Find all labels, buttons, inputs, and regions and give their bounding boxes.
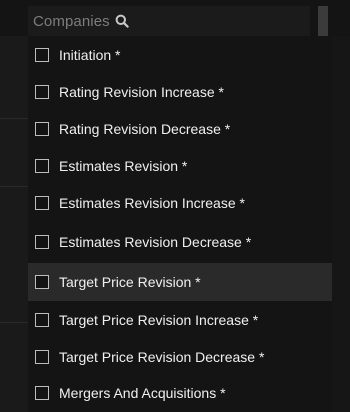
list-item-estimates-revision-decrease[interactable]: Estimates Revision Decrease * — [28, 223, 332, 261]
list-item-target-price-revision[interactable]: Target Price Revision * — [28, 263, 332, 301]
app-window: Companies Initiation * Rating Revision I… — [0, 0, 350, 412]
checkbox[interactable] — [35, 196, 49, 210]
filter-header: Companies — [0, 0, 350, 36]
list-item-label: Estimates Revision Decrease * — [59, 234, 252, 250]
list-item-rating-revision-decrease[interactable]: Rating Revision Decrease * — [28, 110, 332, 148]
list-item-estimates-revision-increase[interactable]: Estimates Revision Increase * — [28, 184, 332, 222]
divider — [0, 118, 30, 119]
list-item-label: Target Price Revision Decrease * — [59, 349, 265, 365]
background-panel — [0, 0, 30, 412]
scrollbar-thumb[interactable] — [318, 6, 328, 36]
companies-search-field[interactable]: Companies — [28, 6, 310, 36]
list-item-target-price-revision-increase[interactable]: Target Price Revision Increase * — [28, 301, 332, 339]
list-item-label: Target Price Revision Increase * — [59, 312, 259, 328]
search-icon[interactable] — [114, 13, 130, 29]
filter-dropdown-list: Initiation * Rating Revision Increase * … — [28, 36, 332, 412]
divider — [0, 322, 30, 323]
list-item-label: Estimates Revision Increase * — [59, 195, 245, 211]
checkbox[interactable] — [35, 159, 49, 173]
checkbox[interactable] — [35, 122, 49, 136]
checkbox[interactable] — [35, 48, 49, 62]
list-item-rating-revision-increase[interactable]: Rating Revision Increase * — [28, 73, 332, 111]
list-item-label: Mergers And Acquisitions * — [59, 385, 226, 401]
divider — [0, 186, 30, 187]
list-item-label: Initiation * — [59, 47, 121, 63]
list-item-estimates-revision[interactable]: Estimates Revision * — [28, 147, 332, 185]
checkbox[interactable] — [35, 85, 49, 99]
checkbox[interactable] — [35, 386, 49, 400]
checkbox[interactable] — [35, 235, 49, 249]
checkbox[interactable] — [35, 350, 49, 364]
list-item-label: Target Price Revision * — [59, 274, 201, 290]
list-item-initiation[interactable]: Initiation * — [28, 36, 332, 74]
list-item-target-price-revision-decrease[interactable]: Target Price Revision Decrease * — [28, 338, 332, 376]
list-item-label: Rating Revision Decrease * — [59, 121, 231, 137]
list-item-mergers-and-acquisitions[interactable]: Mergers And Acquisitions * — [28, 374, 332, 412]
checkbox[interactable] — [35, 275, 49, 289]
list-item-label: Estimates Revision * — [59, 158, 188, 174]
search-label: Companies — [33, 12, 110, 30]
list-item-label: Rating Revision Increase * — [59, 84, 224, 100]
checkbox[interactable] — [35, 313, 49, 327]
